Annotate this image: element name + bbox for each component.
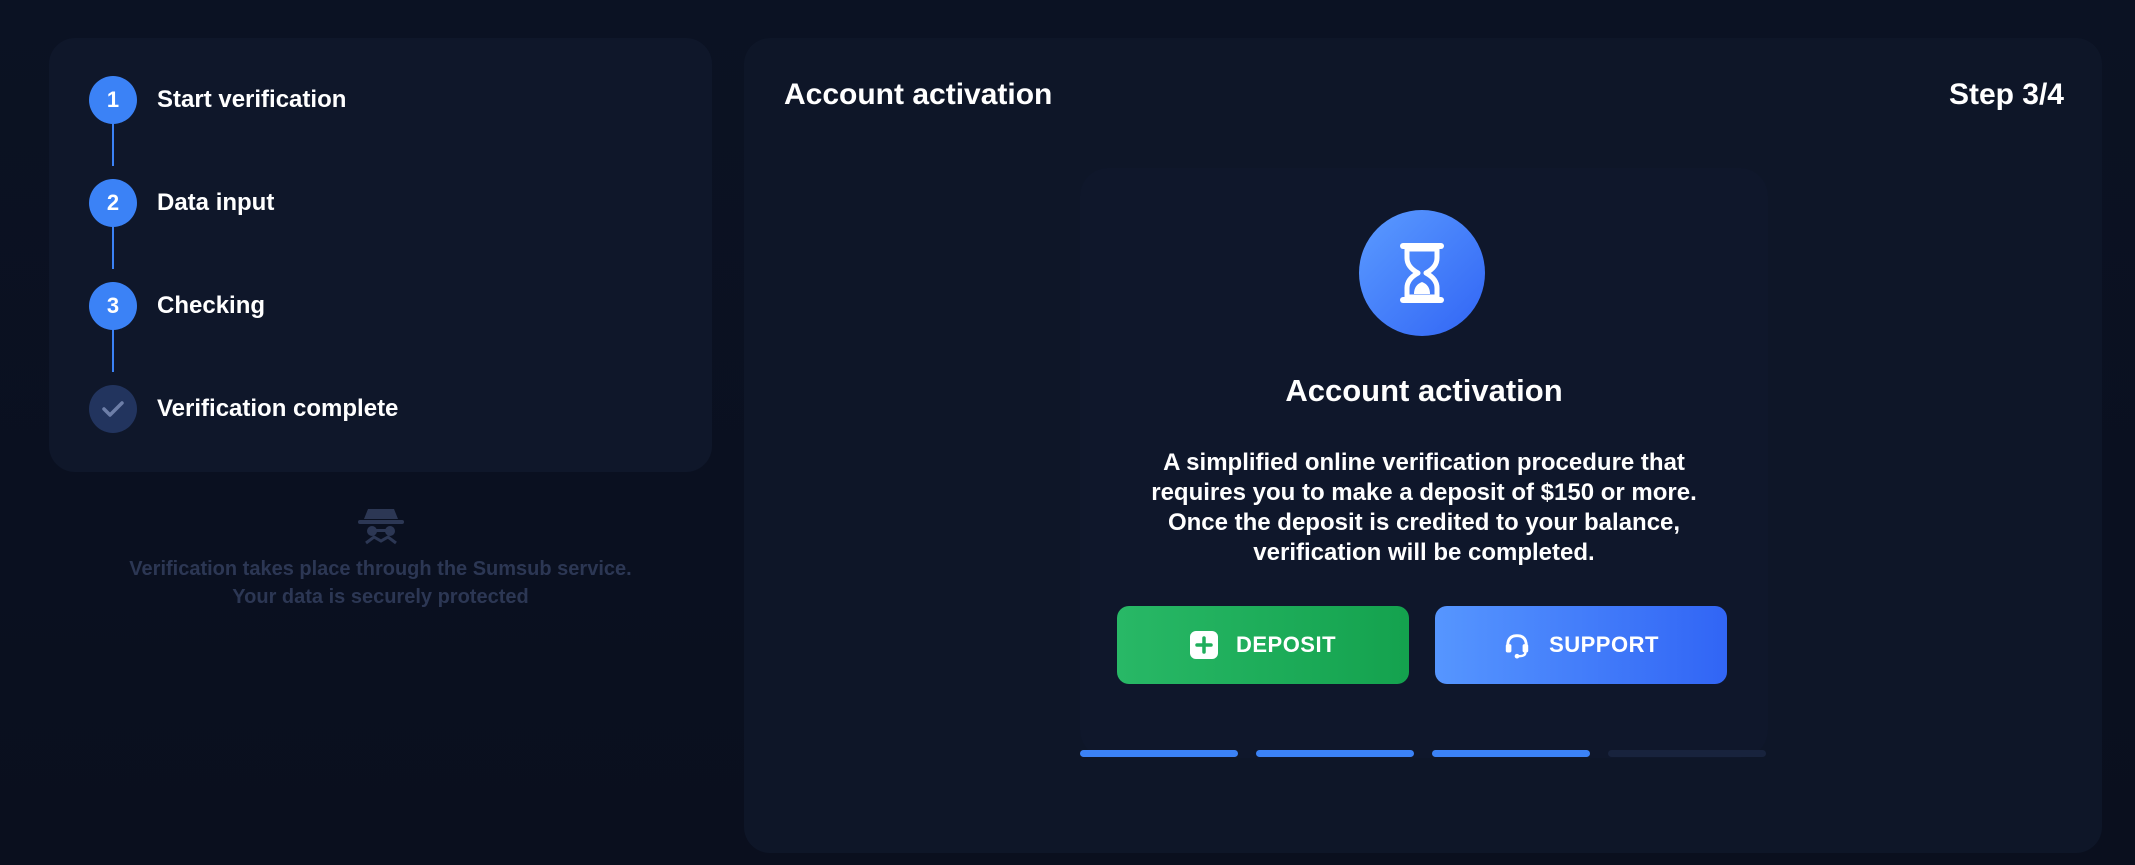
- support-button-label: SUPPORT: [1549, 632, 1659, 657]
- deposit-button[interactable]: DEPOSIT: [1117, 606, 1409, 684]
- step-number-badge: 3: [89, 282, 137, 330]
- step-start-verification: 1 Start verification: [89, 76, 346, 124]
- sumsub-line-2: Your data is securely protected: [232, 586, 529, 608]
- step-data-input: 2 Data input: [89, 179, 274, 227]
- progress-indicator: [1080, 750, 1768, 758]
- step-label: Checking: [157, 292, 266, 319]
- card-description: A simplified online verification procedu…: [1151, 449, 1697, 566]
- step-verification-complete: Verification complete: [89, 385, 398, 433]
- check-icon: [89, 385, 137, 433]
- page: 1 Start verification 2 Data input 3 Chec…: [0, 0, 2135, 865]
- step-number-badge: 1: [89, 76, 137, 124]
- headset-icon: [1503, 631, 1531, 659]
- plus-square-icon: [1189, 631, 1218, 659]
- progress-segment: [1256, 750, 1414, 757]
- progress-segment: [1080, 750, 1238, 757]
- progress-segment: [1432, 750, 1590, 757]
- step-label: Data input: [157, 189, 275, 216]
- spy-icon: [356, 505, 406, 545]
- page-title: Account activation: [784, 78, 1053, 111]
- step-indicator: Step 3/4: [1948, 78, 2064, 111]
- activation-card: Account activation A simplified online v…: [1080, 168, 1768, 758]
- step-checking: 3 Checking: [89, 282, 265, 330]
- step-number-badge: 2: [89, 179, 137, 227]
- sumsub-note: Verification takes place through the Sum…: [49, 505, 712, 611]
- support-button[interactable]: SUPPORT: [1435, 606, 1727, 684]
- step-label: Start verification: [157, 86, 347, 113]
- progress-segment: [1608, 750, 1766, 757]
- card-title: Account activation: [1285, 373, 1563, 408]
- hourglass-icon: [1359, 210, 1485, 336]
- deposit-button-label: DEPOSIT: [1235, 632, 1337, 657]
- verification-steps-panel: 1 Start verification 2 Data input 3 Chec…: [49, 38, 712, 472]
- main-panel: Account activation Step 3/4 Account acti…: [744, 38, 2102, 853]
- step-label: Verification complete: [157, 395, 399, 422]
- sumsub-line-1: Verification takes place through the Sum…: [129, 558, 632, 580]
